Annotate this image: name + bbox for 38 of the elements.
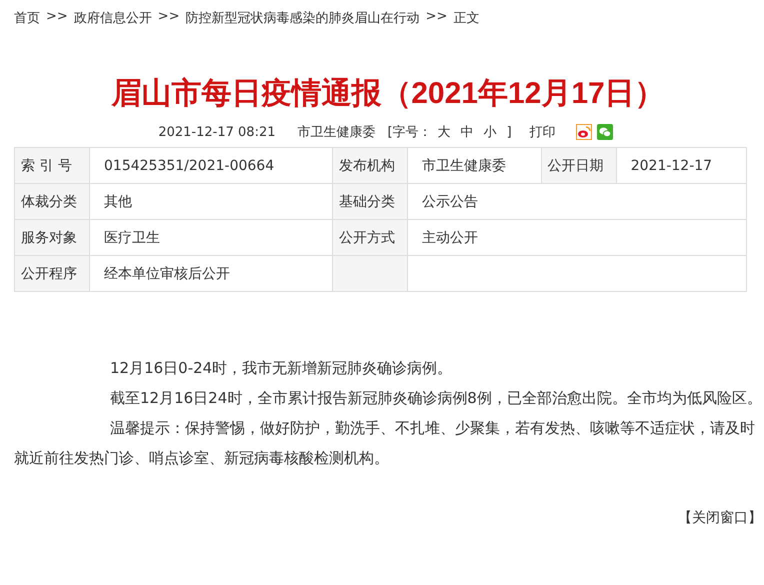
field-label: 公开日期 [541, 148, 616, 184]
font-size-link[interactable]: 中 [460, 123, 474, 141]
source-text: 市卫生健康委 [298, 124, 376, 141]
font-size-label: [字号： [388, 124, 432, 141]
breadcrumb-separator: >> [46, 9, 68, 26]
body-paragraph: 截至12月16日24时，全市累计报告新冠肺炎确诊病例8例，已全部治愈出院。全市均为低风险区。 [109, 388, 762, 409]
field-label: 服务对象 [14, 220, 90, 256]
field-value: 市卫生健康委 [408, 148, 542, 184]
field-value: 公示公告 [408, 184, 746, 220]
field-label: 基础分类 [332, 184, 408, 220]
bracket-text: ] [506, 124, 512, 140]
publish-date: 2021-12-17 08:21 [158, 124, 276, 140]
field-value: 2021-12-17 [616, 148, 746, 184]
breadcrumb-link[interactable]: 政府信息公开 [74, 9, 152, 29]
breadcrumb-link[interactable]: 防控新型冠状病毒感染的肺炎眉山在行动 [186, 9, 420, 29]
article-title: 眉山市每日疫情通报（2021年12月17日） [110, 76, 666, 112]
share-icon[interactable] [576, 124, 592, 140]
font-size-link[interactable]: 小 [484, 123, 497, 141]
field-value: 主动公开 [408, 220, 746, 256]
body-paragraph: 温馨提示：保持警惕，做好防护，勤洗手、不扎堆、少聚集，若有发热、咳嗽等不适症状，请及时就近前往发热门诊、哨点诊室、新冠病毒核酸检测机构。 [14, 418, 756, 469]
field-value: 015425351/2021-00664 [90, 148, 333, 184]
body-paragraph: 12月16日0-24时，我市无新增新冠肺炎确诊病例。 [109, 358, 454, 379]
breadcrumb-separator: >> [158, 9, 180, 26]
font-size-link[interactable]: 大 [438, 123, 451, 141]
field-label: 发布机构 [332, 148, 408, 184]
field-label: 体裁分类 [14, 184, 90, 220]
close-window-link[interactable]: 【关闭窗口】 [678, 510, 762, 526]
field-label: 公开程序 [14, 256, 90, 292]
field-label: 公开方式 [332, 220, 408, 256]
field-value: 医疗卫生 [90, 220, 333, 256]
wechat-icon[interactable] [596, 124, 613, 140]
breadcrumb-link[interactable]: 正文 [453, 9, 480, 29]
breadcrumb-separator: >> [426, 9, 448, 26]
breadcrumb-link[interactable]: 首页 [14, 9, 40, 29]
field-value: 经本单位审核后公开 [90, 256, 333, 292]
field-label: 索 引 号 [14, 148, 90, 184]
field-value: 其他 [90, 184, 333, 220]
print-link[interactable]: 打印 [530, 123, 556, 141]
